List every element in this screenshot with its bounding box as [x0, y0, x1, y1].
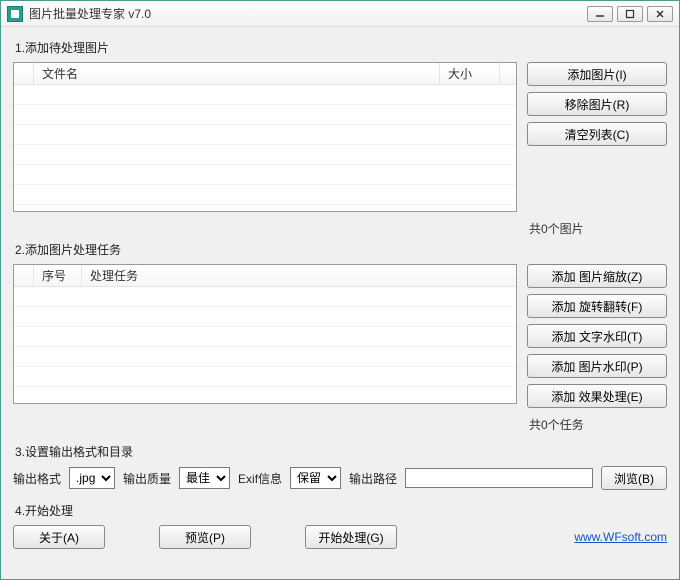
exif-select[interactable]: 保留	[290, 467, 341, 489]
task-list-body[interactable]	[14, 287, 516, 403]
window-title: 图片批量处理专家 v7.0	[29, 5, 587, 22]
format-label: 输出格式	[13, 470, 61, 487]
section2-count-row: 共0个任务	[13, 410, 667, 433]
remove-image-button[interactable]: 移除图片(R)	[527, 92, 667, 116]
website-link[interactable]: www.WFsoft.com	[574, 530, 667, 544]
section1-body: 文件名 大小 添加图片(I) 移除图片(R) 清空列表(C)	[13, 62, 667, 212]
close-button[interactable]	[647, 6, 673, 22]
window-controls	[587, 6, 673, 22]
file-list[interactable]: 文件名 大小	[13, 62, 517, 212]
close-icon	[655, 9, 665, 19]
file-list-grip[interactable]	[14, 63, 34, 84]
output-path-input[interactable]	[405, 468, 593, 488]
titlebar: 图片批量处理专家 v7.0	[1, 1, 679, 27]
section1-buttons: 添加图片(I) 移除图片(R) 清空列表(C)	[527, 62, 667, 146]
browse-button[interactable]: 浏览(B)	[601, 466, 667, 490]
format-select[interactable]: .jpg	[69, 467, 115, 489]
col-filename[interactable]: 文件名	[34, 63, 440, 84]
minimize-button[interactable]	[587, 6, 613, 22]
client-area: 1.添加待处理图片 文件名 大小 添加图片(I) 移除图片(R) 清空列表(C)…	[1, 27, 679, 579]
section2-body: 序号 处理任务 添加 图片缩放(Z) 添加 旋转翻转(F) 添加 文字水印(T)…	[13, 264, 667, 408]
task-count-label: 共0个任务	[527, 416, 667, 433]
section2-buttons: 添加 图片缩放(Z) 添加 旋转翻转(F) 添加 文字水印(T) 添加 图片水印…	[527, 264, 667, 408]
quality-label: 输出质量	[123, 470, 171, 487]
section1-title: 1.添加待处理图片	[15, 39, 667, 56]
section4-title: 4.开始处理	[15, 502, 667, 519]
app-icon	[7, 6, 23, 22]
preview-button[interactable]: 预览(P)	[159, 525, 251, 549]
maximize-icon	[625, 9, 635, 19]
col-index[interactable]: 序号	[34, 265, 82, 286]
exif-label: Exif信息	[238, 470, 282, 487]
section3-title: 3.设置输出格式和目录	[15, 443, 667, 460]
add-rotate-button[interactable]: 添加 旋转翻转(F)	[527, 294, 667, 318]
section4: 4.开始处理 关于(A) 预览(P) 开始处理(G) www.WFsoft.co…	[13, 498, 667, 549]
about-button[interactable]: 关于(A)	[13, 525, 105, 549]
section3: 3.设置输出格式和目录 输出格式 .jpg 输出质量 最佳 Exif信息 保留 …	[13, 439, 667, 490]
clear-list-button[interactable]: 清空列表(C)	[527, 122, 667, 146]
quality-select[interactable]: 最佳	[179, 467, 230, 489]
section1-count-row: 共0个图片	[13, 214, 667, 237]
file-list-scroll-gutter	[500, 63, 516, 84]
add-text-watermark-button[interactable]: 添加 文字水印(T)	[527, 324, 667, 348]
file-count-label: 共0个图片	[527, 220, 667, 237]
file-list-body[interactable]	[14, 85, 516, 211]
minimize-icon	[595, 9, 605, 19]
path-label: 输出路径	[349, 470, 397, 487]
task-list-header: 序号 处理任务	[14, 265, 516, 287]
add-image-watermark-button[interactable]: 添加 图片水印(P)	[527, 354, 667, 378]
task-list-grip[interactable]	[14, 265, 34, 286]
file-list-header: 文件名 大小	[14, 63, 516, 85]
start-button[interactable]: 开始处理(G)	[305, 525, 397, 549]
format-row: 输出格式 .jpg 输出质量 最佳 Exif信息 保留 输出路径 浏览(B)	[13, 466, 667, 490]
task-list[interactable]: 序号 处理任务	[13, 264, 517, 404]
maximize-button[interactable]	[617, 6, 643, 22]
section2-title: 2.添加图片处理任务	[15, 241, 667, 258]
add-resize-button[interactable]: 添加 图片缩放(Z)	[527, 264, 667, 288]
col-task[interactable]: 处理任务	[82, 265, 516, 286]
add-effect-button[interactable]: 添加 效果处理(E)	[527, 384, 667, 408]
bottom-row: 关于(A) 预览(P) 开始处理(G) www.WFsoft.com	[13, 525, 667, 549]
add-image-button[interactable]: 添加图片(I)	[527, 62, 667, 86]
col-size[interactable]: 大小	[440, 63, 500, 84]
app-window: 图片批量处理专家 v7.0 1.添加待处理图片 文件名 大小	[0, 0, 680, 580]
